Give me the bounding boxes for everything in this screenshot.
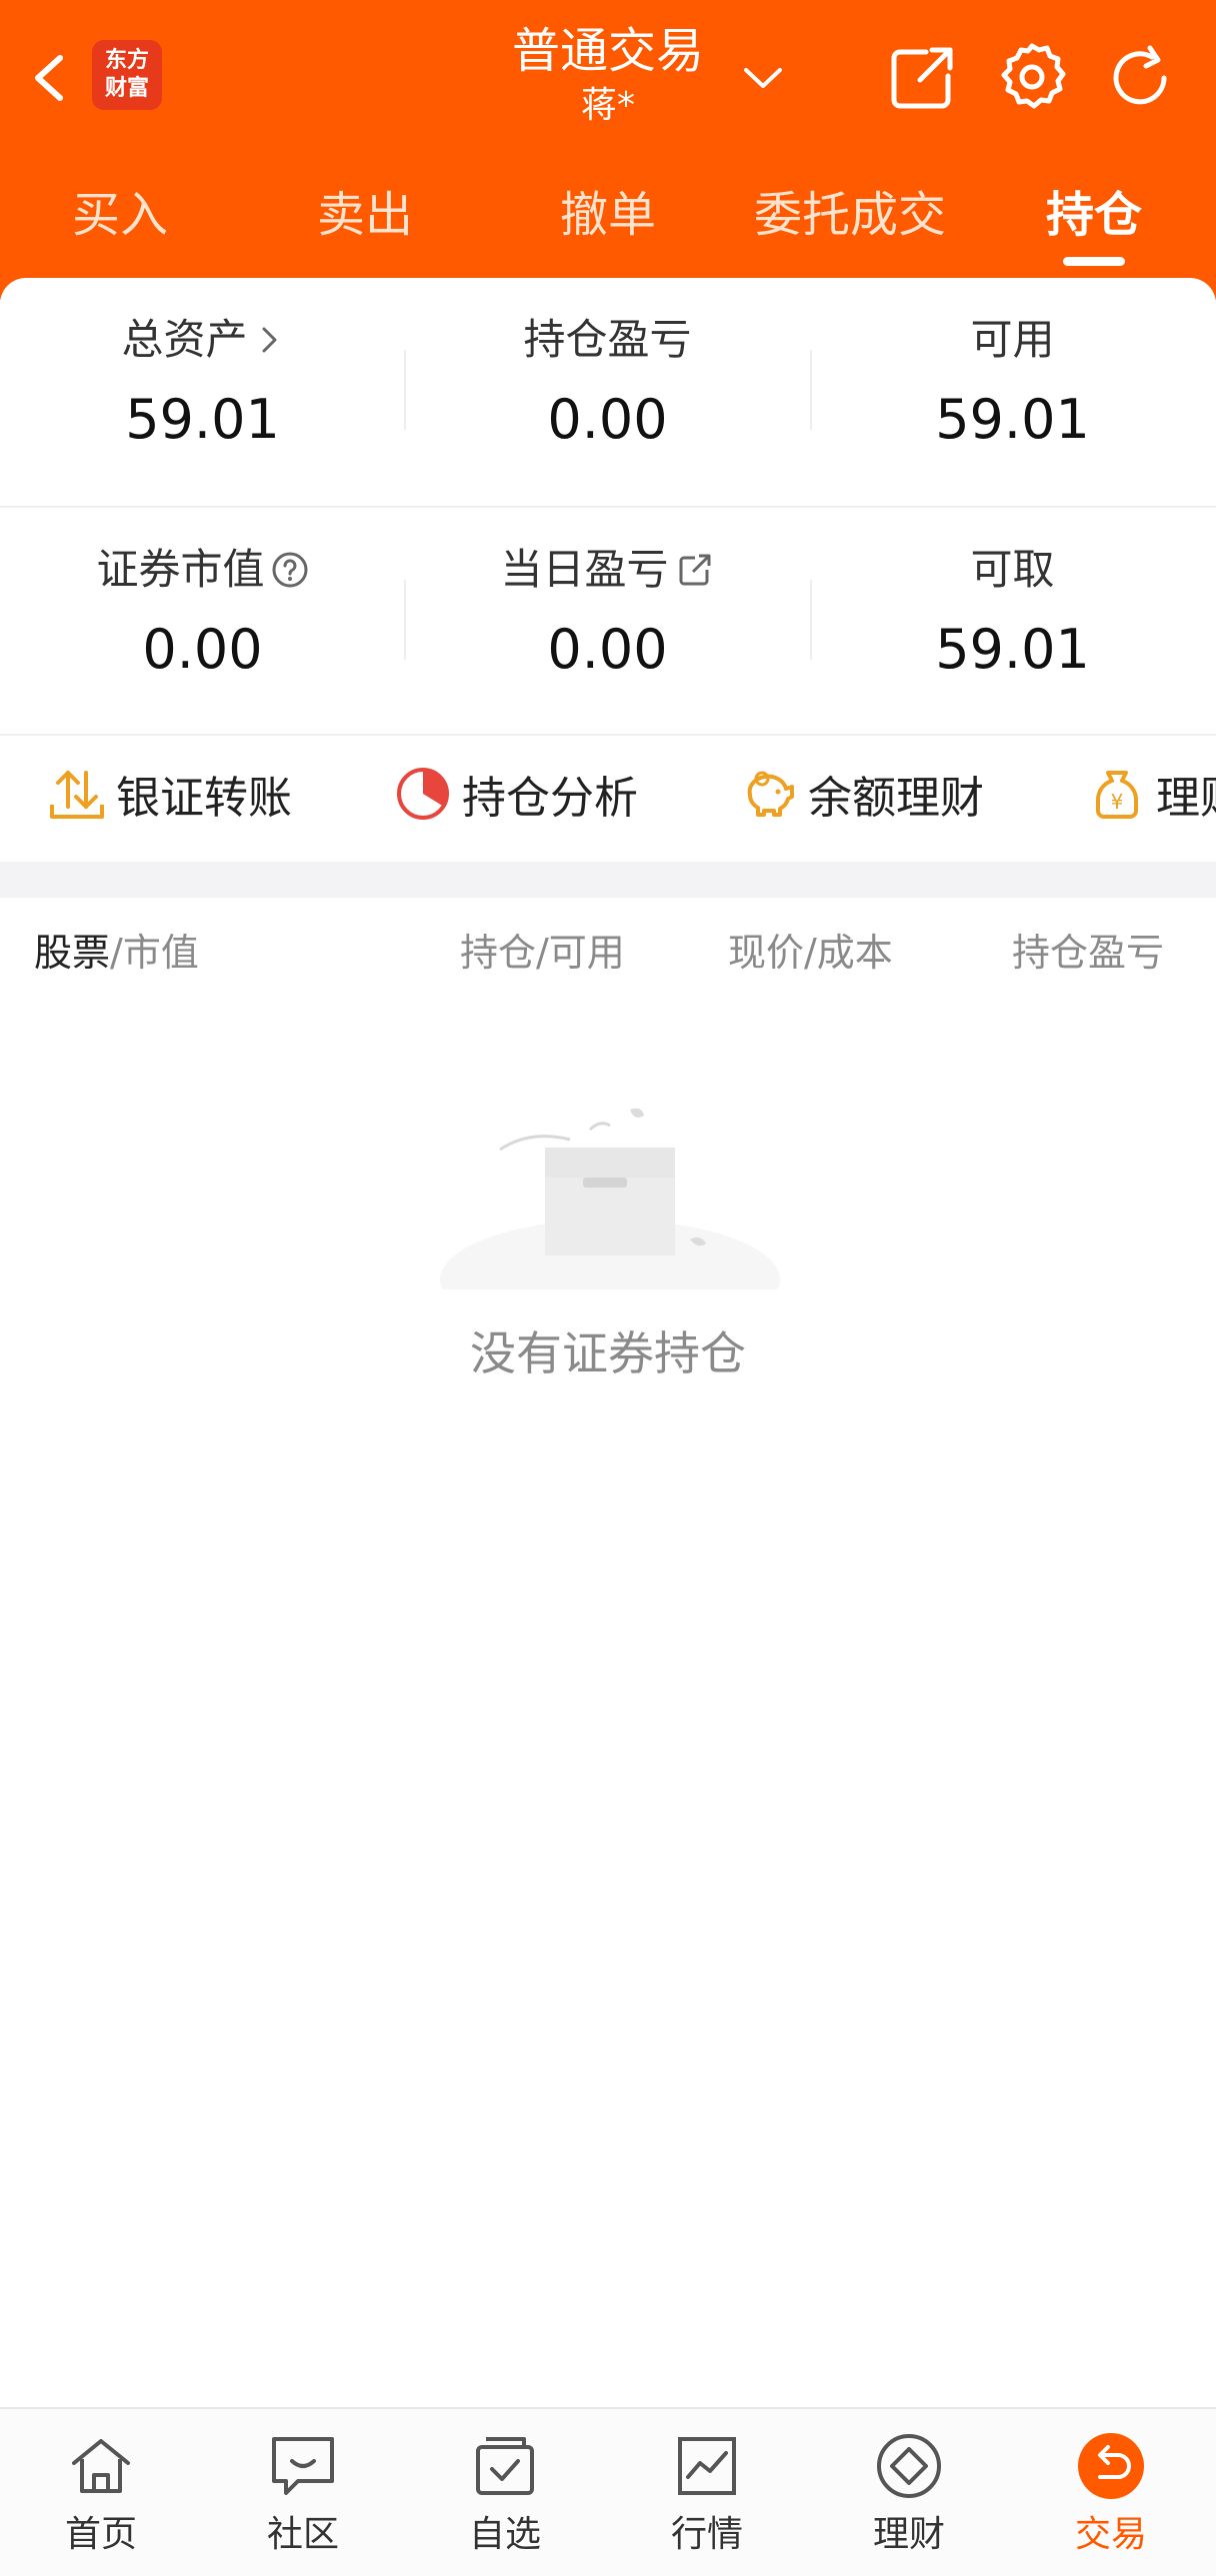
chevron-right-icon: [262, 327, 276, 353]
market-chart-icon: [678, 2437, 736, 2495]
available-value: 59.01: [935, 388, 1090, 451]
account-switcher[interactable]: 普通交易 蒋*: [440, 18, 776, 148]
position-pnl-label: 持仓盈亏: [523, 315, 692, 364]
wealth-management-label: 理财: [1156, 773, 1216, 824]
tab-positions[interactable]: 持仓: [1014, 170, 1174, 260]
nav-community[interactable]: 社区: [202, 2409, 404, 2576]
nav-watchlist-label: 自选: [468, 2514, 541, 2555]
back-arrow-icon[interactable]: [20, 38, 80, 118]
account-name: 蒋*: [580, 85, 635, 126]
empty-state-text: 没有证券持仓: [470, 1326, 746, 1380]
watchlist-icon: [476, 2437, 534, 2495]
position-pnl: 持仓盈亏 0.00: [405, 310, 810, 460]
transfer-icon: [50, 771, 104, 819]
piggy-bank-icon: [747, 771, 794, 817]
money-bag-icon: ¥: [1096, 771, 1138, 819]
share-icon[interactable]: [882, 38, 962, 118]
home-icon: [72, 2439, 130, 2493]
tab-sell[interactable]: 卖出: [285, 170, 445, 260]
market-value-value: 0.00: [142, 618, 263, 681]
refresh-icon[interactable]: [1100, 38, 1180, 118]
section-separator: [0, 862, 1216, 898]
nav-community-label: 社区: [266, 2514, 339, 2555]
empty-box-illustration: [440, 1108, 780, 1289]
external-link-icon: [679, 554, 710, 586]
pie-chart-icon: [397, 768, 449, 820]
available-funds: 可用 59.01: [810, 310, 1215, 460]
column-pnl: 持仓盈亏: [1012, 931, 1165, 975]
positions-table-header: 股票/市值 持仓/可用 现价/成本 持仓盈亏: [0, 898, 1216, 1008]
quick-actions: 银证转账 持仓分析 余额理财 ¥ 理财: [0, 728, 1216, 860]
position-analysis-label: 持仓分析: [462, 773, 638, 824]
nav-home-label: 首页: [64, 2514, 137, 2555]
market-value: 证券市值 0.00: [0, 540, 405, 690]
finance-diamond-icon: [877, 2434, 941, 2498]
help-question-icon[interactable]: [271, 551, 309, 589]
column-position: 持仓/可用: [460, 931, 625, 975]
column-stock-label: 股票: [34, 931, 111, 975]
row-divider: [0, 506, 1216, 508]
column-price: 现价/成本: [728, 931, 893, 975]
nav-home[interactable]: 首页: [0, 2409, 202, 2576]
wealth-management-button[interactable]: ¥ 理财: [1088, 728, 1216, 860]
nav-finance-label: 理财: [872, 2514, 945, 2555]
tab-orders[interactable]: 委托成交: [735, 170, 965, 260]
position-analysis-button[interactable]: 持仓分析: [394, 728, 638, 860]
nav-finance[interactable]: 理财: [808, 2409, 1010, 2576]
nav-market[interactable]: 行情: [606, 2409, 808, 2576]
daily-pnl-value: 0.00: [547, 618, 668, 681]
tab-buy[interactable]: 买入: [40, 170, 200, 260]
withdrawable-label: 可取: [970, 545, 1055, 594]
app-logo: 东方 财富: [92, 40, 162, 110]
available-label: 可用: [970, 315, 1055, 364]
nav-trade-label: 交易: [1074, 2514, 1147, 2555]
trade-icon: [1078, 2433, 1144, 2499]
withdrawable-value: 59.01: [935, 618, 1090, 681]
chat-icon: [272, 2437, 334, 2495]
position-pnl-value: 0.00: [547, 388, 668, 451]
svg-text:¥: ¥: [1111, 790, 1124, 814]
settings-gear-icon[interactable]: [992, 38, 1072, 118]
nav-trade[interactable]: 交易: [1010, 2409, 1212, 2576]
daily-pnl-label: 当日盈亏: [500, 545, 669, 594]
withdrawable-funds: 可取 59.01: [810, 540, 1215, 690]
nav-market-label: 行情: [670, 2514, 743, 2555]
trade-tabs: 买入 卖出 撤单 委托成交 持仓: [0, 170, 1216, 270]
tab-cancel[interactable]: 撤单: [528, 170, 688, 260]
nav-watchlist[interactable]: 自选: [404, 2409, 606, 2576]
chevron-down-icon[interactable]: [738, 58, 788, 98]
bottom-navigation: 首页 社区 自选 行情 理财 交易: [0, 2407, 1216, 2576]
active-tab-indicator: [1063, 257, 1125, 266]
market-value-label: 证券市值: [96, 545, 265, 594]
daily-pnl[interactable]: 当日盈亏 0.00: [405, 540, 810, 690]
balance-finance-button[interactable]: 余额理财: [740, 728, 984, 860]
total-assets-label: 总资产: [121, 315, 248, 364]
column-stock: 股票/市值: [34, 898, 199, 1008]
total-assets-value: 59.01: [125, 388, 280, 451]
app-header: 东方 财富 普通交易 蒋* 买入 卖出 撤单 委托成交 持仓: [0, 0, 1216, 300]
page-title: 普通交易: [511, 23, 704, 79]
column-market-value-label: /市值: [110, 931, 199, 975]
balance-finance-label: 余额理财: [808, 773, 984, 824]
bank-transfer-button[interactable]: 银证转账: [48, 728, 292, 860]
total-assets[interactable]: 总资产 59.01: [0, 310, 405, 460]
bank-transfer-label: 银证转账: [116, 773, 292, 824]
